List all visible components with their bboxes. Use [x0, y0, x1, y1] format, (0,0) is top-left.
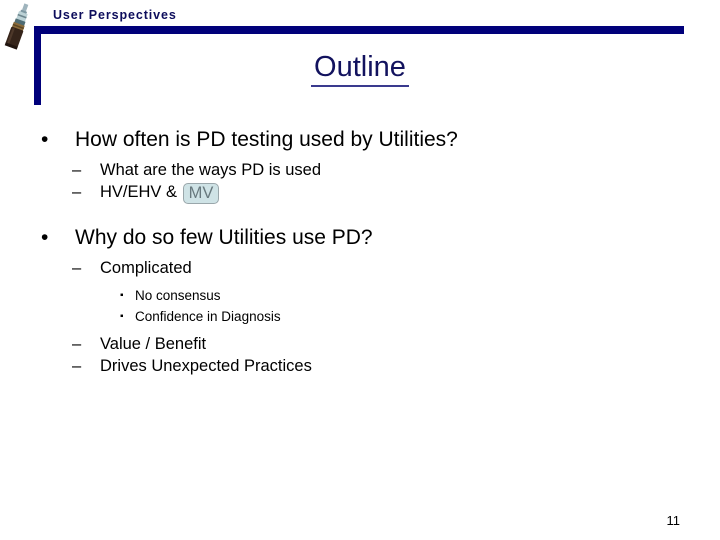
bullet-dash-icon: –: [72, 357, 82, 375]
outline-item-label: How often is PD testing used by Utilitie…: [75, 128, 458, 151]
bullet-dash-icon: –: [72, 161, 82, 179]
page-title: Outline: [0, 50, 720, 87]
selected-text-token[interactable]: MV: [182, 183, 220, 204]
bullet-square-icon: ▪: [120, 311, 124, 322]
outline-item-level2-selected[interactable]: – HV/EHV & MV: [0, 181, 720, 204]
outline-item-level2[interactable]: – Value / Benefit: [0, 333, 720, 355]
outline-item-level3[interactable]: ▪ No consensus: [0, 285, 720, 306]
outline-item-level1[interactable]: • Why do so few Utilities use PD?: [0, 224, 720, 251]
outline-item-label: What are the ways PD is used: [100, 161, 322, 179]
header-rule-horizontal: [34, 26, 684, 34]
outline-item-level1[interactable]: • How often is PD testing used by Utilit…: [0, 126, 720, 153]
outline-item-label: Drives Unexpected Practices: [100, 357, 312, 375]
outline-item-label: Complicated: [100, 259, 192, 277]
coaxial-cable-icon: [4, 3, 29, 50]
bullet-dot-icon: •: [41, 226, 49, 249]
outline-item-level2[interactable]: – Drives Unexpected Practices: [0, 355, 720, 377]
bullet-square-icon: ▪: [120, 290, 124, 301]
outline-list: • How often is PD testing used by Utilit…: [0, 126, 720, 377]
outline-item-label: No consensus: [135, 288, 221, 303]
outline-item-level3[interactable]: ▪ Confidence in Diagnosis: [0, 306, 720, 327]
bullet-dot-icon: •: [41, 128, 49, 151]
outline-item-label: Why do so few Utilities use PD?: [75, 226, 373, 249]
outline-item-level2[interactable]: – Complicated: [0, 257, 720, 279]
bullet-dash-icon: –: [72, 183, 82, 201]
outline-item-label: Confidence in Diagnosis: [135, 309, 281, 324]
slide: User Perspectives Outline • How often is…: [0, 0, 720, 540]
banner-title: User Perspectives: [53, 8, 177, 22]
outline-item-label: HV/EHV &: [100, 183, 178, 201]
bullet-dash-icon: –: [72, 259, 82, 277]
page-number: 11: [666, 513, 681, 528]
outline-item-label: Value / Benefit: [100, 335, 207, 353]
outline-item-level2[interactable]: – What are the ways PD is used: [0, 159, 720, 181]
bullet-dash-icon: –: [72, 335, 82, 353]
page-title-text: Outline: [311, 51, 409, 87]
